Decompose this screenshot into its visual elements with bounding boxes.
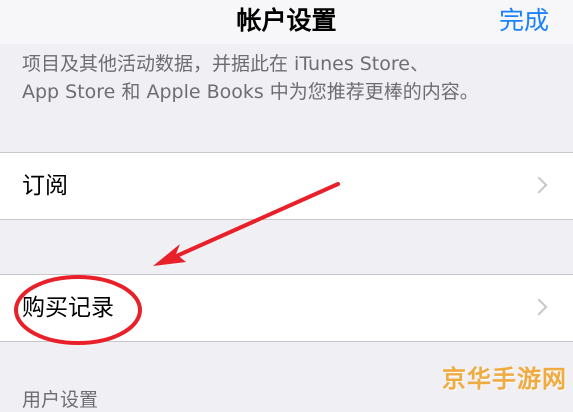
navigation-bar: 帐户设置 完成 bbox=[0, 0, 573, 44]
footer-note-line-2: App Store 和 Apple Books 中为您推荐更棒的内容。 bbox=[22, 81, 479, 103]
subscriptions-label: 订阅 bbox=[22, 173, 68, 199]
section-footer-note: 项目及其他活动数据，并据此在 iTunes Store、 App Store 和… bbox=[22, 50, 562, 106]
subscriptions-row[interactable]: 订阅 bbox=[0, 152, 573, 220]
chevron-right-icon bbox=[530, 298, 548, 316]
chevron-right-icon bbox=[530, 176, 548, 194]
next-section-header: 用户设置 bbox=[22, 389, 99, 411]
watermark-logo: 京华手游网 bbox=[442, 365, 567, 393]
purchase-history-label: 购买记录 bbox=[22, 295, 114, 321]
done-button[interactable]: 完成 bbox=[499, 4, 549, 38]
purchase-history-row[interactable]: 购买记录 bbox=[0, 274, 573, 342]
footer-note-line-1: 项目及其他活动数据，并据此在 iTunes Store、 bbox=[22, 53, 429, 75]
page-title: 帐户设置 bbox=[236, 6, 337, 35]
